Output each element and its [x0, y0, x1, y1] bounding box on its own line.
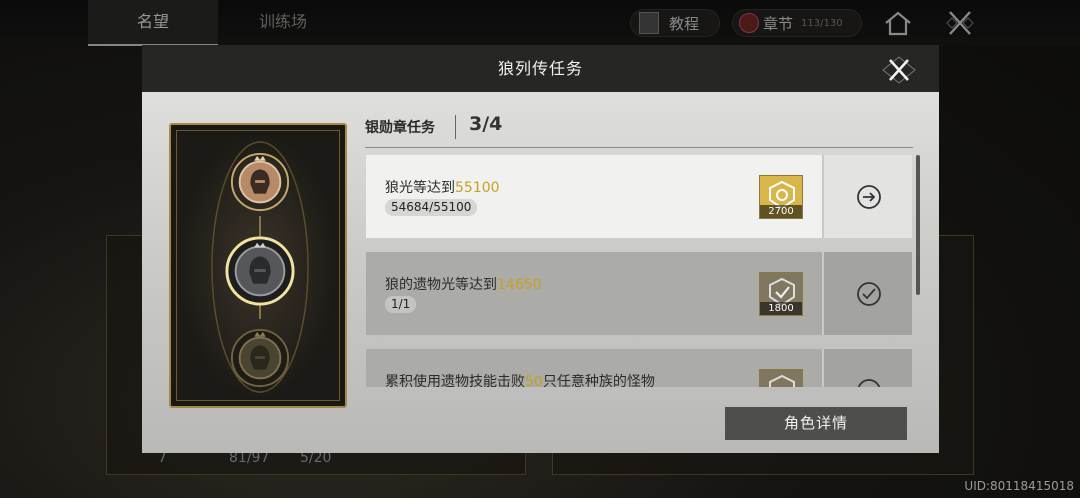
task-description: 狼的遗物光等达到14650	[385, 277, 542, 293]
task-description: 狼光等达到55100	[385, 180, 500, 196]
task-action-cell	[822, 349, 912, 387]
medal-card-inner	[176, 130, 340, 401]
task-progress: 54684/55100	[385, 199, 478, 216]
task-target: 14650	[497, 277, 542, 293]
check-icon	[857, 282, 881, 306]
section-title: 银勋章任务	[365, 120, 435, 136]
medal-card	[169, 123, 347, 408]
task-item[interactable]: 狼的遗物光等达到14650 1/1 1800	[366, 252, 912, 335]
reward-claimed-icon	[769, 374, 795, 387]
reward-item[interactable]	[759, 369, 803, 387]
go-arrow-icon[interactable]	[856, 184, 882, 210]
check-icon	[857, 379, 881, 387]
task-description: 累积使用遗物技能击败50只任意种族的怪物	[385, 371, 655, 387]
bronze-medal-icon[interactable]	[229, 151, 291, 213]
task-main: 狼光等达到55100 54684/55100 2700	[366, 155, 820, 238]
quest-modal: 狼列传任务 银勋章任务 3/4 狼光等达到55100 54684/55100 2…	[142, 45, 939, 453]
silver-medal-icon[interactable]	[224, 235, 296, 307]
task-item[interactable]: 累积使用遗物技能击败50只任意种族的怪物	[366, 349, 912, 387]
section-underline	[365, 147, 913, 148]
task-target: 50	[525, 374, 543, 387]
close-icon[interactable]	[880, 53, 918, 87]
reward-item[interactable]: 1800	[759, 272, 803, 316]
reward-amount: 2700	[760, 205, 802, 218]
gold-medal-icon[interactable]	[229, 327, 291, 389]
task-action-cell[interactable]	[822, 155, 912, 238]
reward-item[interactable]: 2700	[759, 175, 803, 219]
task-scrollbar[interactable]	[916, 155, 920, 295]
character-details-button[interactable]: 角色详情	[725, 407, 907, 440]
task-main: 累积使用遗物技能击败50只任意种族的怪物	[366, 349, 820, 387]
task-target: 55100	[455, 180, 500, 196]
task-main: 狼的遗物光等达到14650 1/1 1800	[366, 252, 820, 335]
task-action-cell	[822, 252, 912, 335]
task-item[interactable]: 狼光等达到55100 54684/55100 2700	[366, 155, 912, 238]
uid-label: UID:80118415018	[964, 479, 1074, 493]
section-count: 3/4	[469, 113, 503, 135]
section-divider	[455, 115, 456, 139]
task-list[interactable]: 狼光等达到55100 54684/55100 2700 狼的遗物光等达到1465…	[366, 155, 912, 387]
task-progress: 1/1	[385, 296, 417, 313]
modal-title: 狼列传任务	[142, 45, 939, 92]
reward-amount: 1800	[760, 302, 802, 315]
